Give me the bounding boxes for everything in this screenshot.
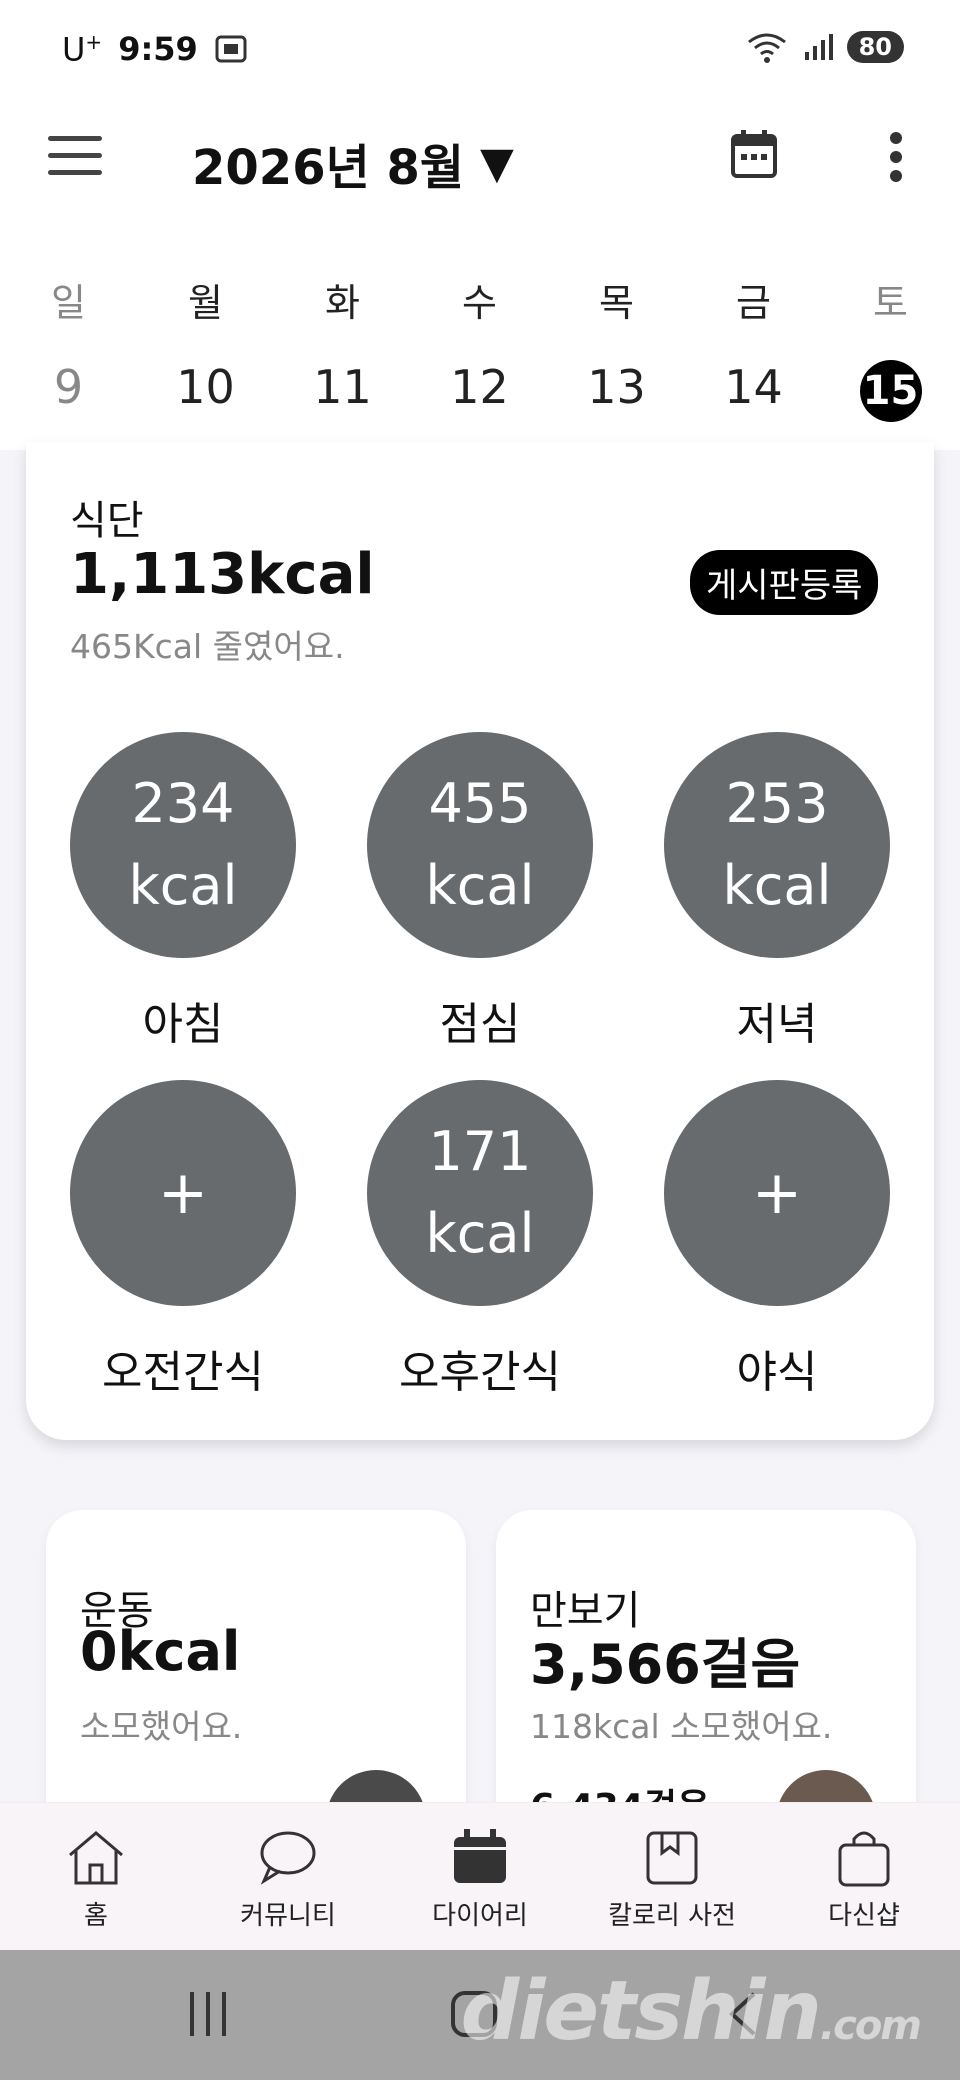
weekday-label: 금 bbox=[736, 281, 771, 325]
nav-home[interactable]: 홈 bbox=[0, 1803, 192, 1950]
book-icon bbox=[646, 1831, 698, 1885]
calendar-icon bbox=[454, 1829, 506, 1883]
weekday-label: 화 bbox=[325, 281, 360, 325]
system-navigation-bar: dietshin.com bbox=[0, 1950, 960, 2080]
shopping-bag-icon bbox=[838, 1831, 890, 1887]
step-count: 3,566걸음 bbox=[530, 1633, 801, 1696]
watermark-logo: dietshin.com bbox=[460, 1964, 922, 2059]
pedometer-note: 118kcal 소모했어요. bbox=[530, 1707, 833, 1746]
plus-icon: + bbox=[751, 1158, 803, 1228]
more-options-icon[interactable] bbox=[886, 132, 906, 189]
nav-shop[interactable]: 다신샵 bbox=[768, 1803, 960, 1950]
date-cell-selected[interactable]: 15 bbox=[822, 360, 959, 422]
diet-label: 식단 bbox=[70, 498, 144, 544]
app-header: 2026년 8월 ▼ bbox=[0, 110, 960, 210]
diet-card[interactable]: 식단 1,113kcal 465Kcal 줄였어요. 게시판등록 234 kcal… bbox=[26, 442, 934, 1440]
meal-name: 야식 bbox=[736, 1347, 818, 1398]
meal-circle[interactable]: 455 kcal bbox=[367, 732, 593, 958]
wifi-icon bbox=[747, 33, 786, 63]
nav-community[interactable]: 커뮤니티 bbox=[192, 1803, 384, 1950]
meal-breakfast[interactable]: 234 kcal 아침 bbox=[70, 732, 296, 1052]
signal-icon bbox=[804, 34, 833, 60]
weekday-label: 월 bbox=[188, 281, 223, 325]
meal-afternoon-snack[interactable]: 171 kcal 오후간식 bbox=[367, 1080, 593, 1400]
recent-apps-icon[interactable] bbox=[186, 1990, 230, 2038]
meal-name: 오후간식 bbox=[399, 1347, 561, 1398]
date-cell[interactable]: 13 bbox=[548, 360, 685, 422]
meal-name: 저녁 bbox=[736, 999, 818, 1050]
date-cell[interactable]: 10 bbox=[137, 360, 274, 422]
weekday-label: 목 bbox=[599, 281, 634, 325]
date-cell[interactable]: 14 bbox=[685, 360, 822, 422]
nav-label: 커뮤니티 bbox=[240, 1901, 336, 1931]
nav-label: 다이어리 bbox=[432, 1901, 528, 1931]
weekday-row: 일 월 화 수 목 금 토 bbox=[0, 272, 960, 327]
add-meal-button[interactable]: + bbox=[70, 1080, 296, 1306]
meal-circle[interactable]: 234 kcal bbox=[70, 732, 296, 958]
meal-lunch[interactable]: 455 kcal 점심 bbox=[367, 732, 593, 1052]
chat-icon bbox=[260, 1831, 316, 1885]
battery-indicator: 80 bbox=[846, 31, 904, 63]
meal-name: 점심 bbox=[439, 999, 521, 1050]
top-bar: U+ 9:59 80 2026년 8월 ▼ 일 월 화 수 목 금 토 9 10… bbox=[0, 0, 960, 450]
meal-name: 아침 bbox=[142, 999, 224, 1050]
bottom-navigation: 홈 커뮤니티 다이어리 칼로리 사전 다신샵 bbox=[0, 1802, 960, 1950]
month-label: 2026년 8월 bbox=[192, 140, 465, 196]
weekday-label: 수 bbox=[462, 281, 497, 325]
plus-icon: + bbox=[157, 1158, 209, 1228]
date-cell[interactable]: 12 bbox=[411, 360, 548, 422]
weekday-label: 일 bbox=[51, 281, 86, 325]
meal-circle[interactable]: 171 kcal bbox=[367, 1080, 593, 1306]
post-to-board-button[interactable]: 게시판등록 bbox=[690, 550, 879, 615]
nav-label: 홈 bbox=[84, 1901, 108, 1931]
meal-circle[interactable]: 253 kcal bbox=[664, 732, 890, 958]
exercise-note: 소모했어요. bbox=[80, 1707, 243, 1746]
diet-reduction-note: 465Kcal 줄였어요. bbox=[70, 627, 345, 666]
diet-total-kcal: 1,113kcal bbox=[70, 542, 375, 607]
nav-label: 다신샵 bbox=[828, 1901, 900, 1931]
meal-late-night[interactable]: + 야식 bbox=[664, 1080, 890, 1400]
month-selector[interactable]: 2026년 8월 ▼ bbox=[192, 128, 514, 198]
carrier-label: U+ bbox=[62, 30, 103, 69]
status-bar: U+ 9:59 80 bbox=[62, 30, 904, 78]
date-row: 9 10 11 12 13 14 15 bbox=[0, 360, 960, 422]
add-meal-button[interactable]: + bbox=[664, 1080, 890, 1306]
menu-icon[interactable] bbox=[48, 136, 102, 176]
exercise-kcal: 0kcal bbox=[80, 1620, 241, 1683]
calendar-icon[interactable] bbox=[730, 128, 778, 180]
home-icon bbox=[69, 1831, 123, 1885]
screenshot-icon bbox=[215, 35, 247, 63]
date-cell[interactable]: 9 bbox=[0, 360, 137, 422]
nav-calorie-dictionary[interactable]: 칼로리 사전 bbox=[576, 1803, 768, 1950]
nav-diary[interactable]: 다이어리 bbox=[384, 1803, 576, 1950]
meal-dinner[interactable]: 253 kcal 저녁 bbox=[664, 732, 890, 1052]
caret-down-icon: ▼ bbox=[480, 137, 514, 189]
meal-name: 오전간식 bbox=[102, 1347, 264, 1398]
weekday-label: 토 bbox=[873, 281, 908, 325]
date-cell[interactable]: 11 bbox=[274, 360, 411, 422]
clock: 9:59 bbox=[118, 30, 198, 69]
nav-label: 칼로리 사전 bbox=[608, 1901, 736, 1931]
meal-morning-snack[interactable]: + 오전간식 bbox=[70, 1080, 296, 1400]
